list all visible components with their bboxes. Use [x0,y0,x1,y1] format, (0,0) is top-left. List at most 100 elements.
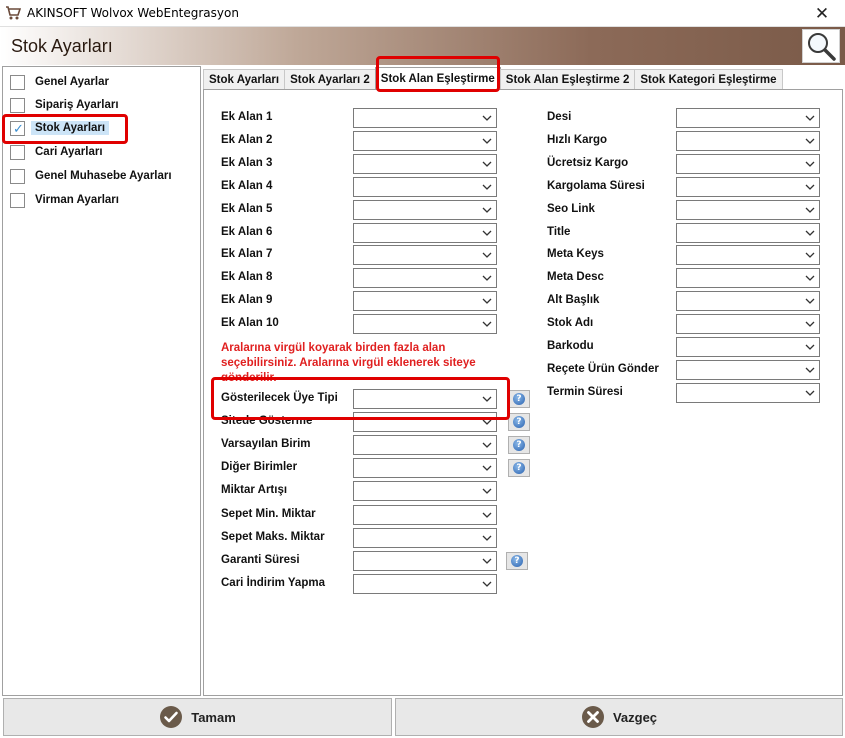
sidebar-item-label: Sipariş Ayarları [35,99,119,111]
seo-link-dropdown[interactable] [676,200,820,220]
tab-stok-ayarlari[interactable]: Stok Ayarları [203,69,286,89]
stok-adi-dropdown[interactable] [676,314,820,334]
tab-stok-ayarlari-2[interactable]: Stok Ayarları 2 [284,69,376,89]
title-dropdown[interactable] [676,223,820,243]
field-label-ek-alan-3: Ek Alan 3 [221,157,273,169]
desi-dropdown[interactable] [676,108,820,128]
ek-alan-6-dropdown[interactable] [353,223,497,243]
sepet-min-miktar-dropdown[interactable] [353,505,497,525]
kargolama-suresi-dropdown[interactable] [676,177,820,197]
garanti-suresi-help-button[interactable]: ? [506,552,528,570]
garanti-suresi-dropdown[interactable] [353,551,497,571]
close-button[interactable]: ✕ [799,0,845,27]
sidebar-checkbox[interactable] [10,74,25,90]
alt-baslik-dropdown[interactable] [676,291,820,311]
chevron-down-icon [482,512,492,518]
ek-alan-1-dropdown[interactable] [353,108,497,128]
ok-button[interactable]: Tamam [3,698,392,736]
chevron-down-icon [482,396,492,402]
cari-indirim-yapma-dropdown[interactable] [353,574,497,594]
sidebar-item-siparis-ayarlari[interactable]: Sipariş Ayarları [10,95,119,115]
sidebar-item-genel-ayarlar[interactable]: Genel Ayarlar [10,72,109,92]
sidebar-item-stok-ayarlari[interactable]: ✓ Stok Ayarları [10,118,110,138]
field-label-ucretsiz-kargo: Ücretsiz Kargo [547,157,629,169]
chevron-down-icon [805,138,815,144]
field-label-ek-alan-10: Ek Alan 10 [221,317,279,329]
cancel-button-label: Vazgeç [612,709,658,725]
field-label-sepet-min-miktar: Sepet Min. Miktar [221,508,316,520]
gosterilecek-uye-tipi-help-button[interactable]: ? [508,390,530,408]
field-label-ek-alan-6: Ek Alan 6 [221,226,273,238]
termin-suresi-dropdown[interactable] [676,383,820,403]
ek-alan-3-dropdown[interactable] [353,154,497,174]
meta-desc-dropdown[interactable] [676,268,820,288]
field-label-stok-adi: Stok Adı [547,317,594,329]
search-button[interactable] [802,29,840,63]
checkmark-icon: ✓ [13,120,24,136]
varsayilan-birim-help-button[interactable]: ? [508,436,530,454]
meta-keys-dropdown[interactable] [676,245,820,265]
field-label-ek-alan-9: Ek Alan 9 [221,294,273,306]
sidebar-checkbox[interactable] [10,168,25,184]
chevron-down-icon [482,252,492,258]
sidebar-checkbox[interactable] [10,144,25,160]
tab-stok-alan-eslestirme-2[interactable]: Stok Alan Eşleştirme 2 [499,69,636,89]
title-bar: AKINSOFT Wolvox WebEntegrasyon ✕ [0,0,845,27]
ucretsiz-kargo-dropdown[interactable] [676,154,820,174]
field-label-kargolama-suresi: Kargolama Süresi [547,180,645,192]
field-label-ek-alan-8: Ek Alan 8 [221,271,273,283]
chevron-down-icon [482,465,492,471]
field-label-sepet-maks-miktar: Sepet Maks. Miktar [221,531,325,543]
field-label-seo-link: Seo Link [547,203,595,215]
sidebar-item-label: Genel Ayarlar [35,76,109,88]
question-icon: ? [513,439,525,451]
field-label-cari-indirim-yapma: Cari İndirim Yapma [221,577,325,589]
field-label-desi: Desi [547,111,572,123]
chevron-down-icon [482,207,492,213]
field-label-garanti-suresi: Garanti Süresi [221,554,300,566]
ek-alan-2-dropdown[interactable] [353,131,497,151]
hizli-kargo-dropdown[interactable] [676,131,820,151]
chevron-down-icon [482,184,492,190]
field-label-ek-alan-5: Ek Alan 5 [221,203,273,215]
sidebar-item-label: Cari Ayarları [35,146,103,158]
ek-alan-4-dropdown[interactable] [353,177,497,197]
field-label-meta-keys: Meta Keys [547,248,604,260]
ek-alan-10-dropdown[interactable] [353,314,497,334]
miktar-artisi-dropdown[interactable] [353,481,497,501]
tab-stok-alan-eslestirme[interactable]: Stok Alan Eşleştirme [374,67,501,89]
sitede-gosterme-dropdown[interactable] [353,412,497,432]
field-label-miktar-artisi: Miktar Artışı [221,484,288,496]
sidebar-item-cari-ayarlari[interactable]: Cari Ayarları [10,142,103,162]
ek-alan-7-dropdown[interactable] [353,245,497,265]
sepet-maks-miktar-dropdown[interactable] [353,528,497,548]
field-label-sitede-gosterme: Sitede Gösterme [221,415,313,427]
field-label-ek-alan-1: Ek Alan 1 [221,111,273,123]
gosterilecek-uye-tipi-dropdown[interactable] [353,389,497,409]
ek-alan-9-dropdown[interactable] [353,291,497,311]
settings-sidebar: Genel Ayarlar Sipariş Ayarları ✓ Stok Ayarl… [2,66,201,696]
chevron-down-icon [482,581,492,587]
ek-alan-8-dropdown[interactable] [353,268,497,288]
sitede-gosterme-help-button[interactable]: ? [508,413,530,431]
recete-urun-gonder-dropdown[interactable] [676,360,820,380]
ek-alan-5-dropdown[interactable] [353,200,497,220]
chevron-down-icon [805,321,815,327]
sidebar-item-genel-muhasebe-ayarlari[interactable]: Genel Muhasebe Ayarları [10,166,172,186]
varsayilan-birim-dropdown[interactable] [353,435,497,455]
field-label-termin-suresi: Termin Süresi [547,386,623,398]
sidebar-checkbox[interactable] [10,192,25,208]
chevron-down-icon [482,558,492,564]
chevron-down-icon [482,138,492,144]
sidebar-checkbox[interactable] [10,97,25,113]
sidebar-item-virman-ayarlari[interactable]: Virman Ayarları [10,190,119,210]
field-label-ek-alan-2: Ek Alan 2 [221,134,273,146]
diger-birimler-help-button[interactable]: ? [508,459,530,477]
tab-stok-kategori-eslestirme[interactable]: Stok Kategori Eşleştirme [634,69,783,89]
field-label-barkodu: Barkodu [547,340,594,352]
diger-birimler-dropdown[interactable] [353,458,497,478]
sidebar-checkbox[interactable]: ✓ [10,120,25,136]
cancel-button[interactable]: Vazgeç [395,698,843,736]
barkodu-dropdown[interactable] [676,337,820,357]
question-icon: ? [513,416,525,428]
